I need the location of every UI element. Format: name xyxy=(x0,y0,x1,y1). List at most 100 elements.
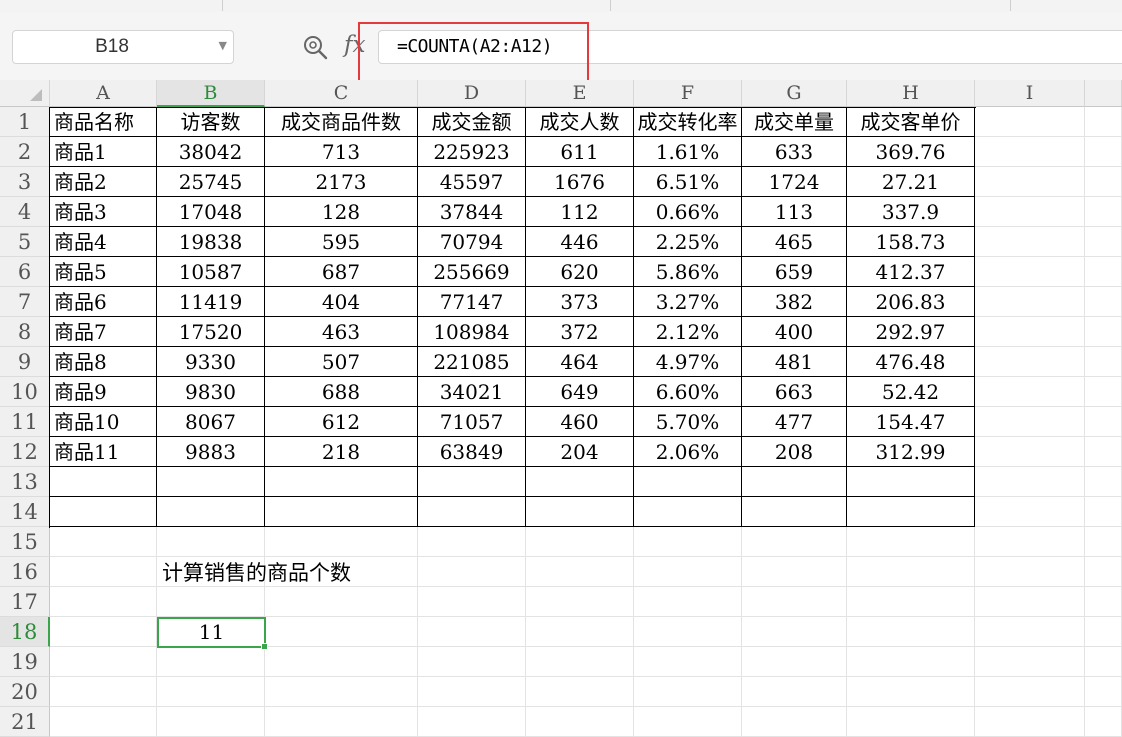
cell-i5[interactable] xyxy=(975,227,1085,257)
cell-g4[interactable]: 113 xyxy=(742,197,847,227)
cell-b7[interactable]: 11419 xyxy=(157,287,265,317)
cell-e7[interactable]: 373 xyxy=(526,287,634,317)
cell-a21[interactable] xyxy=(50,707,157,737)
cell-b21[interactable] xyxy=(157,707,265,737)
cell-h3[interactable]: 27.21 xyxy=(847,167,975,197)
cell-filler[interactable] xyxy=(1085,407,1122,437)
column-header-g[interactable]: G xyxy=(742,80,847,107)
cell-d4[interactable]: 37844 xyxy=(418,197,526,227)
cell-b15[interactable] xyxy=(157,527,265,557)
column-header-a[interactable]: A xyxy=(50,80,157,107)
cell-h4[interactable]: 337.9 xyxy=(847,197,975,227)
cell-g14[interactable] xyxy=(742,497,847,527)
zoom-icon[interactable] xyxy=(302,34,328,60)
cell-e17[interactable] xyxy=(526,587,634,617)
cell-g16[interactable] xyxy=(742,557,847,587)
cell-g11[interactable]: 477 xyxy=(742,407,847,437)
cell-c18[interactable] xyxy=(265,617,418,647)
cell-h9[interactable]: 476.48 xyxy=(847,347,975,377)
cell-e10[interactable]: 649 xyxy=(526,377,634,407)
cell-c21[interactable] xyxy=(265,707,418,737)
cell-e20[interactable] xyxy=(526,677,634,707)
cell-b20[interactable] xyxy=(157,677,265,707)
cell-c9[interactable]: 507 xyxy=(265,347,418,377)
cell-a12[interactable]: 商品11 xyxy=(50,437,157,467)
cell-e3[interactable]: 1676 xyxy=(526,167,634,197)
cell-f10[interactable]: 6.60% xyxy=(634,377,742,407)
cell-a1[interactable]: 商品名称 xyxy=(50,107,157,137)
cell-e9[interactable]: 464 xyxy=(526,347,634,377)
cell-c15[interactable] xyxy=(265,527,418,557)
row-header-10[interactable]: 10 xyxy=(0,377,50,407)
cell-filler[interactable] xyxy=(1085,587,1122,617)
cell-a15[interactable] xyxy=(50,527,157,557)
cell-b5[interactable]: 19838 xyxy=(157,227,265,257)
column-header-f[interactable]: F xyxy=(634,80,742,107)
cell-a13[interactable] xyxy=(50,467,157,497)
cell-a4[interactable]: 商品3 xyxy=(50,197,157,227)
cell-filler[interactable] xyxy=(1085,677,1122,707)
cell-a9[interactable]: 商品8 xyxy=(50,347,157,377)
cell-f1[interactable]: 成交转化率 xyxy=(634,107,742,137)
cell-h12[interactable]: 312.99 xyxy=(847,437,975,467)
cell-f6[interactable]: 5.86% xyxy=(634,257,742,287)
cell-c7[interactable]: 404 xyxy=(265,287,418,317)
cell-f5[interactable]: 2.25% xyxy=(634,227,742,257)
cell-filler[interactable] xyxy=(1085,227,1122,257)
row-header-11[interactable]: 11 xyxy=(0,407,50,437)
row-header-13[interactable]: 13 xyxy=(0,467,50,497)
cell-i6[interactable] xyxy=(975,257,1085,287)
cell-c2[interactable]: 713 xyxy=(265,137,418,167)
cell-f20[interactable] xyxy=(634,677,742,707)
cell-h7[interactable]: 206.83 xyxy=(847,287,975,317)
column-header-h[interactable]: H xyxy=(847,80,975,107)
cell-g6[interactable]: 659 xyxy=(742,257,847,287)
cell-g8[interactable]: 400 xyxy=(742,317,847,347)
cell-filler[interactable] xyxy=(1085,257,1122,287)
cell-e6[interactable]: 620 xyxy=(526,257,634,287)
cell-h14[interactable] xyxy=(847,497,975,527)
row-header-5[interactable]: 5 xyxy=(0,227,50,257)
cell-filler[interactable] xyxy=(1085,167,1122,197)
cell-filler[interactable] xyxy=(1085,377,1122,407)
cell-d19[interactable] xyxy=(418,647,526,677)
cell-h17[interactable] xyxy=(847,587,975,617)
cell-h6[interactable]: 412.37 xyxy=(847,257,975,287)
cell-d9[interactable]: 221085 xyxy=(418,347,526,377)
cell-c14[interactable] xyxy=(265,497,418,527)
cell-b4[interactable]: 17048 xyxy=(157,197,265,227)
cell-c6[interactable]: 687 xyxy=(265,257,418,287)
cell-f3[interactable]: 6.51% xyxy=(634,167,742,197)
cell-e8[interactable]: 372 xyxy=(526,317,634,347)
cell-h1[interactable]: 成交客单价 xyxy=(847,107,975,137)
cell-i18[interactable] xyxy=(975,617,1085,647)
cell-d1[interactable]: 成交金额 xyxy=(418,107,526,137)
cell-i9[interactable] xyxy=(975,347,1085,377)
cell-filler[interactable] xyxy=(1085,197,1122,227)
cell-i17[interactable] xyxy=(975,587,1085,617)
cell-b12[interactable]: 9883 xyxy=(157,437,265,467)
cell-filler[interactable] xyxy=(1085,347,1122,377)
cell-e4[interactable]: 112 xyxy=(526,197,634,227)
cell-g15[interactable] xyxy=(742,527,847,557)
cell-filler[interactable] xyxy=(1085,137,1122,167)
cell-g12[interactable]: 208 xyxy=(742,437,847,467)
row-header-7[interactable]: 7 xyxy=(0,287,50,317)
cell-f17[interactable] xyxy=(634,587,742,617)
cell-g9[interactable]: 481 xyxy=(742,347,847,377)
select-all-corner[interactable] xyxy=(0,80,50,107)
cell-e18[interactable] xyxy=(526,617,634,647)
cell-c19[interactable] xyxy=(265,647,418,677)
cell-filler[interactable] xyxy=(1085,437,1122,467)
cell-g5[interactable]: 465 xyxy=(742,227,847,257)
cell-f12[interactable]: 2.06% xyxy=(634,437,742,467)
cell-f8[interactable]: 2.12% xyxy=(634,317,742,347)
cell-b6[interactable]: 10587 xyxy=(157,257,265,287)
cell-f11[interactable]: 5.70% xyxy=(634,407,742,437)
cell-i21[interactable] xyxy=(975,707,1085,737)
row-header-6[interactable]: 6 xyxy=(0,257,50,287)
row-header-18[interactable]: 18 xyxy=(0,617,50,647)
fill-handle[interactable] xyxy=(261,643,268,650)
column-header-d[interactable]: D xyxy=(418,80,526,107)
cell-e11[interactable]: 460 xyxy=(526,407,634,437)
